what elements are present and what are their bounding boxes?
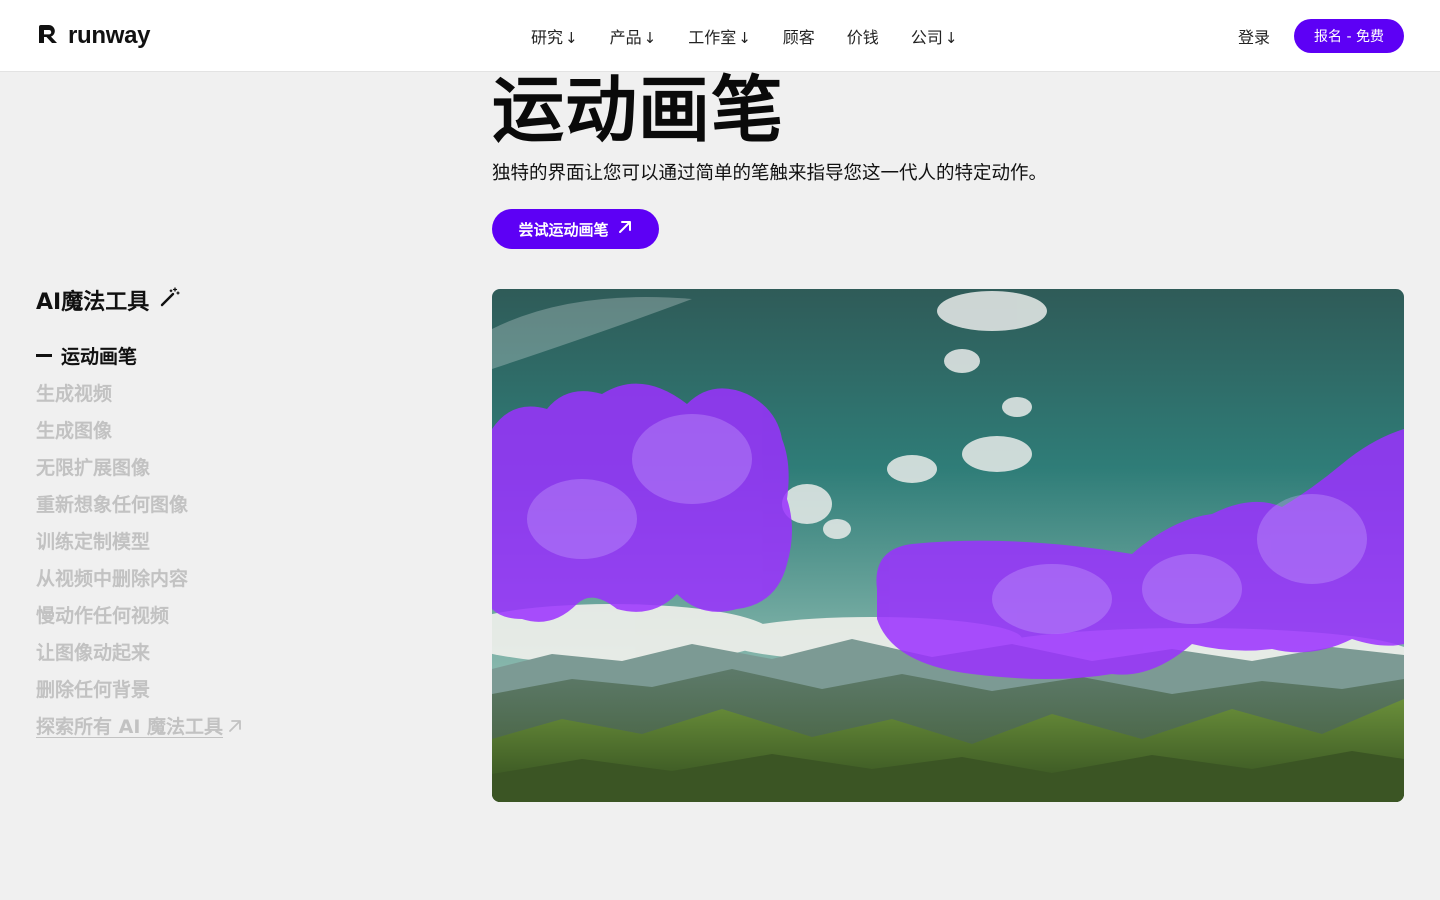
nav-studio[interactable]: 工作室 ↓ (688, 24, 751, 48)
tool-item-reimagine-image[interactable]: 重新想象任何图像 (36, 485, 243, 522)
tool-item-label: 慢动作任何视频 (36, 605, 170, 627)
nav-company[interactable]: 公司 ↓ (911, 24, 958, 48)
runway-logo[interactable]: runway (36, 22, 151, 50)
tool-item-label: 无限扩展图像 (36, 457, 151, 479)
chevron-down-icon: ↓ (643, 29, 657, 47)
tool-item-label: 重新想象任何图像 (36, 494, 189, 516)
main-nav: 研究 ↓ 产品 ↓ 工作室 ↓ 顾客 价钱 公司 ↓ (531, 24, 957, 48)
tool-item-remove-background[interactable]: 删除任何背景 (36, 670, 243, 707)
nav-pricing[interactable]: 价钱 (847, 24, 879, 48)
nav-product[interactable]: 产品 ↓ (610, 24, 657, 48)
nav-studio-label: 工作室 (688, 28, 737, 47)
tool-item-label: 生成视频 (36, 383, 113, 405)
sidebar-title: AI魔法工具 (36, 284, 181, 316)
nav-product-label: 产品 (609, 28, 642, 47)
page-title: 运动画笔 (492, 68, 785, 152)
motion-brush-demo-image[interactable] (492, 289, 1404, 802)
tool-item-generate-image[interactable]: 生成图像 (36, 411, 243, 448)
nav-research[interactable]: 研究 ↓ (531, 24, 578, 48)
sidebar-title-label: AI魔法工具 (36, 290, 150, 315)
tool-item-generate-video[interactable]: 生成视频 (36, 374, 243, 411)
login-link[interactable]: 登录 (1238, 24, 1270, 48)
tool-item-label: 训练定制模型 (36, 531, 151, 553)
magic-wand-icon (159, 286, 181, 314)
chevron-down-icon: ↓ (738, 29, 751, 47)
tool-item-animate-image[interactable]: 让图像动起来 (36, 633, 243, 670)
explore-link-label: 探索所有 AI 魔法工具 (36, 716, 224, 738)
top-header: runway 研究 ↓ 产品 ↓ 工作室 ↓ 顾客 价钱 公司 ↓ 登录 报名 - 免费 (0, 0, 1440, 72)
chevron-down-icon: ↓ (944, 29, 958, 47)
nav-company-label: 公司 (910, 28, 943, 47)
nav-customers[interactable]: 顾客 (783, 24, 815, 48)
tool-item-remove-from-video[interactable]: 从视频中删除内容 (36, 559, 243, 596)
try-motion-brush-button[interactable]: 尝试运动画笔 (492, 209, 659, 249)
tool-item-label: 删除任何背景 (36, 679, 151, 701)
chevron-down-icon: ↓ (565, 29, 578, 47)
arrow-up-right-icon (617, 219, 633, 239)
tool-item-label: 运动画笔 (61, 346, 138, 368)
active-indicator (36, 354, 52, 357)
nav-customers-label: 顾客 (782, 28, 815, 47)
tool-item-label: 让图像动起来 (36, 642, 151, 664)
tool-item-train-model[interactable]: 训练定制模型 (36, 522, 243, 559)
tool-item-label: 从视频中删除内容 (36, 568, 189, 590)
tool-item-motion-brush[interactable]: 运动画笔 (36, 337, 243, 374)
tool-item-label: 生成图像 (36, 420, 113, 442)
nav-research-label: 研究 (531, 28, 564, 47)
tool-item-expand-image[interactable]: 无限扩展图像 (36, 448, 243, 485)
tool-item-slow-motion[interactable]: 慢动作任何视频 (36, 596, 243, 633)
page-subtitle: 独特的界面让您可以通过简单的笔触来指导您这一代人的特定动作。 (492, 163, 1048, 184)
nav-pricing-label: 价钱 (846, 28, 879, 47)
arrow-up-right-icon (227, 718, 243, 734)
cta-label: 尝试运动画笔 (518, 220, 609, 239)
runway-logo-icon (36, 22, 60, 50)
signup-button[interactable]: 报名 - 免费 (1294, 19, 1404, 53)
explore-all-tools-link[interactable]: 探索所有 AI 魔法工具 (36, 707, 243, 744)
ai-tools-list: 运动画笔 生成视频 生成图像 无限扩展图像 重新想象任何图像 训练定制模型 从视… (36, 337, 243, 744)
logo-text: runway (68, 22, 151, 49)
